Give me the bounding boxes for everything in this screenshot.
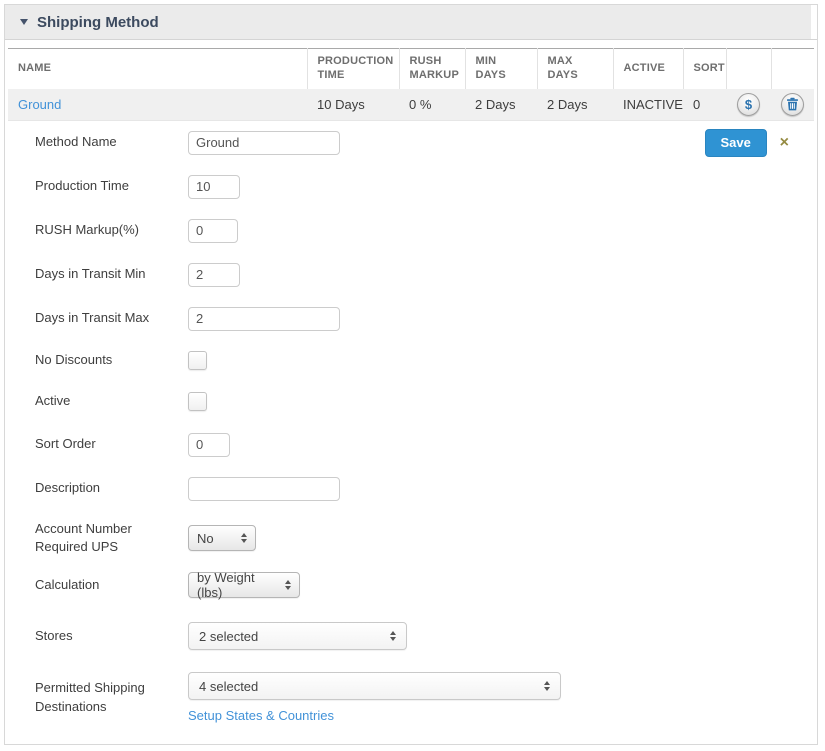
select-value: by Weight (lbs): [197, 570, 255, 601]
col-header-active: ACTIVE: [613, 48, 684, 89]
form-row-calculation: Calculation by Weight (lbs): [35, 570, 814, 601]
account-number-required-select[interactable]: No: [188, 525, 256, 552]
col-header-sort: SORT: [683, 48, 727, 89]
rush-markup-input[interactable]: [188, 218, 238, 243]
field-label: Days in Transit Min: [35, 266, 146, 282]
no-discounts-checkbox[interactable]: [188, 350, 207, 370]
field-label: Permitted Shipping Destinations: [35, 679, 145, 714]
method-name-link[interactable]: Ground: [18, 97, 61, 112]
field-label: Stores: [35, 627, 73, 643]
form-row-stores: Stores 2 selected: [35, 622, 814, 651]
close-icon[interactable]: ×: [780, 134, 789, 151]
form-row-transit-max: Days in Transit Max: [35, 306, 814, 331]
panel-body: NAME PRODUCTION TIME RUSH MARKUP MIN DAY…: [5, 40, 817, 723]
delete-method-button[interactable]: [781, 92, 804, 116]
rates-dollar-button[interactable]: $: [737, 92, 760, 116]
table-header-row: NAME PRODUCTION TIME RUSH MARKUP MIN DAY…: [8, 48, 814, 89]
cell-sort: 0: [683, 88, 726, 121]
shipping-methods-table: NAME PRODUCTION TIME RUSH MARKUP MIN DAY…: [8, 48, 814, 121]
calculation-select[interactable]: by Weight (lbs): [188, 570, 300, 601]
form-row-sort-order: Sort Order: [35, 432, 814, 457]
field-label: Sort Order: [35, 436, 96, 452]
form-row-destinations: Permitted Shipping Destinations 4 select…: [35, 672, 814, 723]
col-header-rush-markup: RUSH MARKUP: [399, 48, 466, 89]
dollar-icon: $: [744, 96, 753, 112]
col-header-production-time: PRODUCTION TIME: [307, 48, 400, 89]
cell-production-time: 10 Days: [307, 88, 399, 121]
stores-select[interactable]: 2 selected: [188, 622, 407, 651]
destinations-select[interactable]: 4 selected: [188, 672, 561, 701]
shipping-method-form: Save × Method Name Production Time RUSH …: [8, 121, 814, 723]
select-value: 2 selected: [199, 628, 259, 644]
transit-max-input[interactable]: [188, 306, 340, 331]
select-arrows-icon: [390, 631, 396, 642]
form-row-active: Active: [35, 391, 814, 411]
select-arrows-icon: [241, 533, 247, 544]
cell-min-days: 2 Days: [465, 88, 537, 121]
select-arrows-icon: [544, 681, 550, 692]
col-header-min-days: MIN DAYS: [465, 48, 538, 89]
form-row-description: Description: [35, 476, 814, 501]
description-input[interactable]: [188, 476, 340, 501]
panel-header-toggle[interactable]: Shipping Method: [5, 5, 817, 40]
field-label: Calculation: [35, 576, 100, 592]
table-row: Ground 10 Days 0 % 2 Days 2 Days INACTIV…: [8, 88, 814, 121]
select-value: 4 selected: [199, 678, 259, 694]
col-header-name: NAME: [8, 48, 308, 89]
field-label: Active: [35, 392, 71, 408]
sort-order-input[interactable]: [188, 432, 230, 457]
form-row-transit-min: Days in Transit Min: [35, 262, 814, 287]
field-label: Days in Transit Max: [35, 310, 150, 326]
col-header-max-days: MAX DAYS: [537, 48, 614, 89]
cell-max-days: 2 Days: [537, 88, 613, 121]
col-header-actions-1: [726, 48, 772, 89]
save-button[interactable]: Save: [704, 128, 767, 157]
production-time-input[interactable]: [188, 174, 240, 199]
field-label: Production Time: [35, 178, 129, 194]
cell-active-status: INACTIVE: [613, 88, 683, 121]
field-label: Method Name: [35, 134, 117, 150]
form-row-rush-markup: RUSH Markup(%): [35, 218, 814, 243]
cell-rush-markup: 0 %: [399, 88, 465, 121]
transit-min-input[interactable]: [188, 262, 240, 287]
shipping-method-panel: Shipping Method NAME PRODUCTION TIME RUS…: [4, 4, 818, 745]
field-label: No Discounts: [35, 351, 113, 367]
col-header-actions-2: [771, 48, 814, 89]
form-row-method-name: Method Name: [35, 130, 814, 155]
form-row-account-number: Account Number Required UPS No: [35, 520, 814, 558]
select-arrows-icon: [285, 580, 291, 591]
trash-icon: [787, 97, 798, 111]
panel-title: Shipping Method: [37, 13, 159, 31]
field-label: Account Number Required UPS: [35, 520, 132, 555]
field-label: Description: [35, 480, 101, 496]
select-value: No: [197, 530, 214, 546]
method-name-input[interactable]: [188, 130, 340, 155]
form-row-no-discounts: No Discounts: [35, 350, 814, 370]
collapse-caret-icon: [20, 19, 28, 25]
setup-states-countries-link[interactable]: Setup States & Countries: [188, 708, 334, 723]
form-row-production-time: Production Time: [35, 174, 814, 199]
active-checkbox[interactable]: [188, 391, 207, 411]
field-label: RUSH Markup(%): [35, 222, 140, 238]
